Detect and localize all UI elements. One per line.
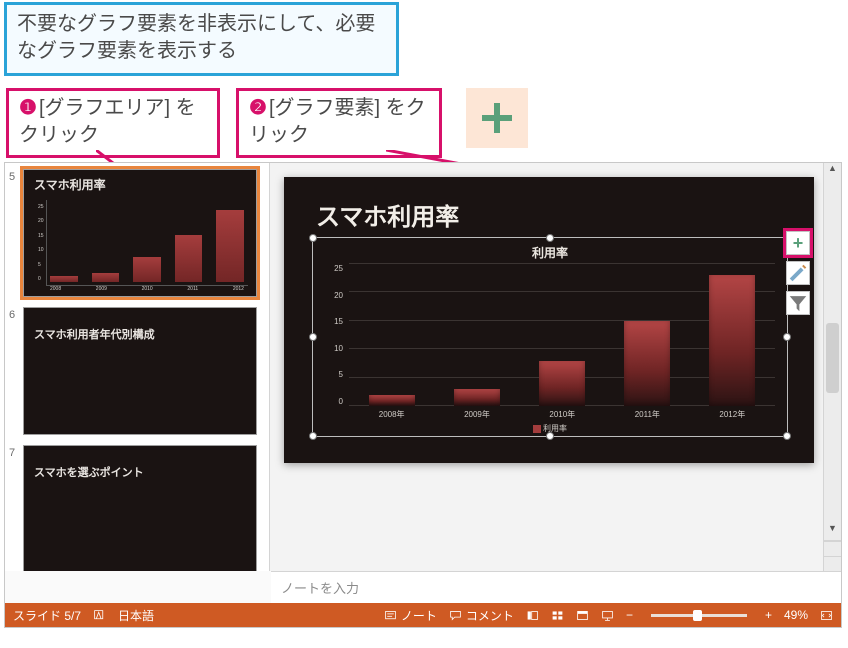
chart-x-axis: 2008年 2009年 2010年 2011年 2012年 xyxy=(349,409,775,420)
callout-1: ❶[グラフエリア] をクリック xyxy=(6,88,220,158)
callout-2: ❷[グラフ要素] をクリック xyxy=(236,88,442,158)
slideshow-button[interactable] xyxy=(601,609,614,622)
zoom-level[interactable]: 49% xyxy=(784,608,808,622)
scrollbar-thumb[interactable] xyxy=(826,323,839,393)
y-tick-label: 0 xyxy=(321,397,343,406)
slide-sorter-button[interactable] xyxy=(551,609,564,622)
x-tick-label: 2012年 xyxy=(719,409,745,420)
notes-toggle[interactable]: ノート xyxy=(384,607,437,624)
spellcheck-icon xyxy=(93,609,106,622)
powerpoint-window: 5スマホ利用率2520151050200820092010201120126スマ… xyxy=(4,162,842,628)
scroll-down-arrow[interactable]: ▼ xyxy=(824,523,841,539)
thumbnail-preview[interactable]: スマホ利用率252015105020082009201020112012 xyxy=(23,169,257,297)
chart-bar[interactable] xyxy=(539,361,585,406)
legend-swatch xyxy=(533,425,541,433)
chart-legend[interactable]: 利用率 xyxy=(313,423,787,434)
callout-1-text: [グラフエリア] をクリック xyxy=(19,97,196,146)
plus-icon xyxy=(479,100,515,136)
callout-2-text: [グラフ要素] をクリック xyxy=(249,97,426,146)
zoom-slider-thumb[interactable] xyxy=(693,610,702,621)
resize-handle[interactable] xyxy=(309,234,317,242)
thumbnail-title: スマホ利用者年代別構成 xyxy=(34,326,155,342)
slide-editor-area: スマホ利用率 利用率 0 5 10 15 20 25 xyxy=(270,163,841,571)
chart-bar[interactable] xyxy=(624,321,670,406)
notes-pane[interactable]: ノートを入力 xyxy=(271,571,841,603)
thumbnail-number: 7 xyxy=(9,445,23,571)
resize-handle[interactable] xyxy=(309,333,317,341)
y-tick-label: 20 xyxy=(321,291,343,300)
chart-title[interactable]: 利用率 xyxy=(313,244,787,261)
chart-y-axis: 0 5 10 15 20 25 xyxy=(321,264,343,406)
thumbnail-number: 5 xyxy=(9,169,23,297)
plus-icon-sample xyxy=(466,88,528,148)
status-bar: スライド 5/7 日本語 ノート コメント − + 49% xyxy=(5,603,841,627)
fit-to-window-button[interactable] xyxy=(820,609,833,622)
instruction-note: 不要なグラフ要素を非表示にして、必要なグラフ要素を表示する xyxy=(4,2,399,76)
resize-handle[interactable] xyxy=(546,234,554,242)
chart-bar[interactable] xyxy=(709,275,755,406)
slide-sorter-icon xyxy=(551,609,564,622)
thumbnail-title: スマホを選ぶポイント xyxy=(34,464,144,480)
resize-handle[interactable] xyxy=(783,333,791,341)
x-tick-label: 2010年 xyxy=(549,409,575,420)
y-tick-label: 15 xyxy=(321,317,343,326)
zoom-in-button[interactable]: + xyxy=(765,608,772,622)
chart-floating-buttons: + xyxy=(786,231,810,315)
chart-area[interactable]: 利用率 0 5 10 15 20 25 2008年 2009年 2010年 2011年 2012年… xyxy=(312,237,788,437)
zoom-slider[interactable] xyxy=(651,614,747,617)
callout-1-number: ❶ xyxy=(19,97,37,119)
vertical-scrollbar[interactable]: ▲ ▼ xyxy=(823,163,841,571)
normal-view-button[interactable] xyxy=(526,609,539,622)
slide-thumbnail[interactable]: 5スマホ利用率252015105020082009201020112012 xyxy=(9,169,257,297)
x-tick-label: 2009年 xyxy=(464,409,490,420)
legend-label: 利用率 xyxy=(543,424,567,433)
thumbnail-title: スマホ利用率 xyxy=(34,176,106,193)
x-tick-label: 2011年 xyxy=(635,409,660,420)
slide-title[interactable]: スマホ利用率 xyxy=(316,197,459,232)
chart-bar[interactable] xyxy=(369,395,415,406)
notes-toggle-label: ノート xyxy=(401,607,437,624)
y-tick-label: 10 xyxy=(321,344,343,353)
comments-toggle[interactable]: コメント xyxy=(449,607,514,624)
plus-icon: + xyxy=(793,233,804,254)
prev-slide-button[interactable] xyxy=(824,541,841,556)
chart-plot-area[interactable] xyxy=(349,264,775,406)
slide-thumbnail[interactable]: 6 スマホ利用者年代別構成 xyxy=(9,307,257,435)
slide-counter[interactable]: スライド 5/7 xyxy=(13,607,81,624)
x-tick-label: 2008年 xyxy=(379,409,405,420)
thumbnail-preview[interactable]: スマホを選ぶポイント xyxy=(23,445,257,571)
chart-filters-button[interactable] xyxy=(786,291,810,315)
next-slide-button[interactable] xyxy=(824,556,841,571)
thumbnail-preview[interactable]: スマホ利用者年代別構成 xyxy=(23,307,257,435)
chart-bars[interactable] xyxy=(349,264,775,406)
scroll-up-arrow[interactable]: ▲ xyxy=(824,163,841,179)
callout-row: ❶[グラフエリア] をクリック ❷[グラフ要素] をクリック xyxy=(6,88,528,158)
comment-icon xyxy=(449,609,462,622)
y-tick-label: 5 xyxy=(321,370,343,379)
callout-2-number: ❷ xyxy=(249,97,267,119)
notes-icon xyxy=(384,609,397,622)
comments-toggle-label: コメント xyxy=(466,607,514,624)
slide-thumbnail[interactable]: 7 スマホを選ぶポイント xyxy=(9,445,257,571)
language-indicator[interactable]: 日本語 xyxy=(118,607,154,624)
chart-elements-button[interactable]: + xyxy=(786,231,810,255)
spellcheck-button[interactable] xyxy=(93,609,106,622)
brush-icon xyxy=(787,262,809,284)
reading-view-icon xyxy=(576,609,589,622)
fit-window-icon xyxy=(820,609,833,622)
chart-styles-button[interactable] xyxy=(786,261,810,285)
funnel-icon xyxy=(787,292,809,314)
reading-view-button[interactable] xyxy=(576,609,589,622)
slide-canvas[interactable]: スマホ利用率 利用率 0 5 10 15 20 25 xyxy=(284,177,814,463)
slide-thumbnail-panel[interactable]: 5スマホ利用率2520151050200820092010201120126スマ… xyxy=(5,163,270,571)
y-tick-label: 25 xyxy=(321,264,343,273)
zoom-out-button[interactable]: − xyxy=(626,608,633,622)
chart-bar[interactable] xyxy=(454,389,500,406)
normal-view-icon xyxy=(526,609,539,622)
slideshow-icon xyxy=(601,609,614,622)
thumbnail-number: 6 xyxy=(9,307,23,435)
